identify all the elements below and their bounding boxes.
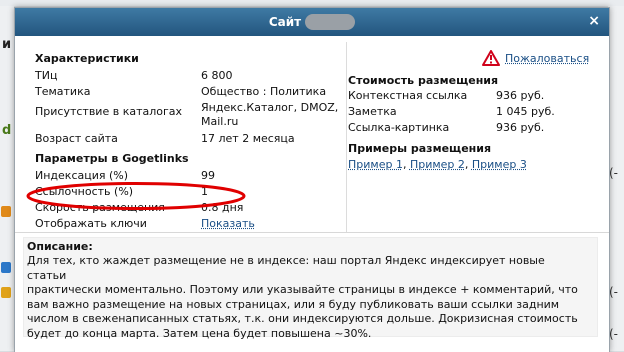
masked-site-name <box>305 14 356 30</box>
description-text: Для тех, кто жаждет размещение не в инде… <box>27 254 587 341</box>
row-value: 936 руб. <box>496 89 545 102</box>
description-heading: Описание: <box>27 240 93 253</box>
popup-title-bar: Сайт <box>15 8 609 36</box>
background-page-top <box>0 0 624 6</box>
background-glyph: (- <box>609 166 619 180</box>
site-info-popup: Сайт × Характеристики ТИц 6 800 Тематика… <box>14 7 610 352</box>
row-label: Заметка <box>348 105 397 118</box>
row-value: Mail.ru <box>201 115 239 128</box>
column-divider <box>346 42 347 232</box>
row-value: 936 руб. <box>496 121 545 134</box>
row-value: Яндекс.Каталог, DMOZ, <box>201 101 339 114</box>
show-keys-link[interactable]: Показать <box>201 217 281 230</box>
row-label: Контекстная ссылка <box>348 89 468 102</box>
background-icon <box>1 206 11 217</box>
background-icon <box>1 262 11 273</box>
background-letter: d <box>2 123 12 138</box>
highlight-ellipse <box>26 182 246 210</box>
row-value: 17 лет 2 месяца <box>201 132 295 145</box>
background-glyph: (- <box>609 285 619 299</box>
description-line: будет до конца марта. Затем цена будет п… <box>27 326 372 340</box>
example-link-3[interactable]: Пример 3 <box>472 158 527 171</box>
row-label: Ссылка-картинка <box>348 121 450 134</box>
row-label: Возраст сайта <box>35 132 118 145</box>
background-page-left <box>0 6 14 351</box>
background-letter: и <box>2 37 12 52</box>
gogetlinks-heading: Параметры в Gogetlinks <box>35 152 189 165</box>
background-glyph: (- <box>609 327 619 341</box>
row-label: ТИц <box>35 69 58 82</box>
row-value: 6 800 <box>201 69 233 82</box>
row-label: Присутствие в каталогах <box>35 105 183 118</box>
report-link[interactable]: Пожаловаться <box>505 52 589 65</box>
description-line: практически моментально. Поэтому или ука… <box>27 283 578 296</box>
warning-triangle-icon[interactable] <box>482 50 500 66</box>
background-icon <box>1 287 11 298</box>
row-label: Тематика <box>35 85 91 98</box>
description-line: числом в свеженаписанных статьях, т.к. о… <box>27 312 578 325</box>
description-line: вам важно размещение на новых страницах,… <box>27 297 560 311</box>
popup-title: Сайт <box>268 15 302 29</box>
close-icon[interactable]: × <box>588 14 600 28</box>
examples-links: Пример 1, Пример 2, Пример 3 <box>348 158 527 171</box>
characteristics-heading: Характеристики <box>35 52 139 65</box>
example-link-2[interactable]: Пример 2 <box>410 158 465 171</box>
row-value: Общество : Политика <box>201 85 327 98</box>
row-value: 1 045 руб. <box>496 105 555 118</box>
section-divider <box>15 232 609 233</box>
row-label: Отображать ключи <box>35 217 147 230</box>
pricing-heading: Стоимость размещения <box>348 74 499 87</box>
description-line: Для тех, кто жаждет размещение не в инде… <box>27 254 545 282</box>
example-link-1[interactable]: Пример 1 <box>348 158 403 171</box>
examples-heading: Примеры размещения <box>348 142 492 155</box>
